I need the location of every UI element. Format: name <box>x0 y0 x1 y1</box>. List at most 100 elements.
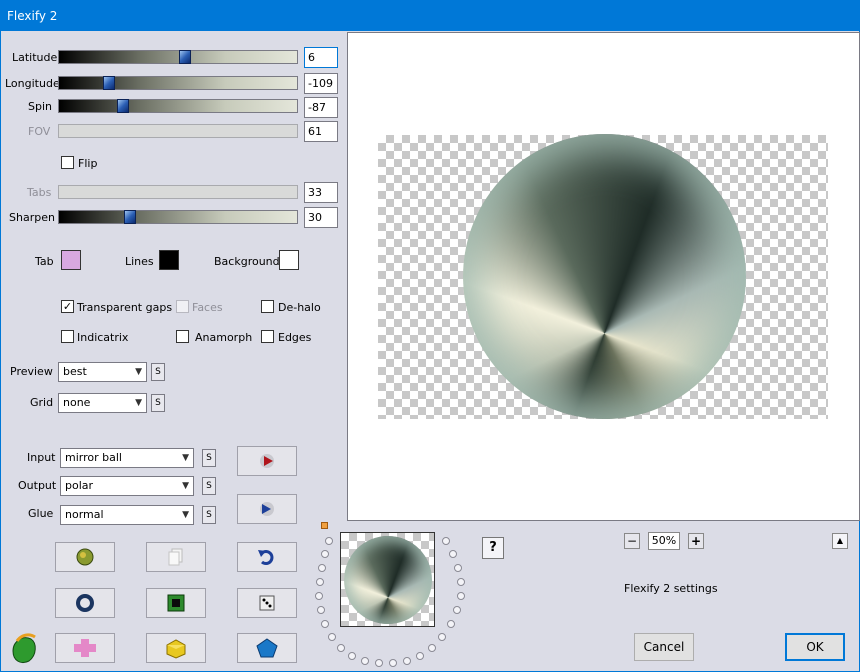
sharpen-input[interactable]: 30 <box>304 207 338 228</box>
glue-select[interactable]: normal ▼ <box>60 505 194 525</box>
frame-button[interactable] <box>146 588 206 618</box>
copy-icon <box>168 548 183 566</box>
ring-button[interactable] <box>55 588 115 618</box>
orbit-dot[interactable] <box>315 592 323 600</box>
spin-slider[interactable] <box>58 99 298 113</box>
cube-button[interactable] <box>146 633 206 663</box>
zoom-out-button[interactable]: − <box>624 533 640 549</box>
fov-slider[interactable] <box>58 124 298 138</box>
thumbnail-ball-image <box>344 536 432 624</box>
background-color-swatch[interactable] <box>279 250 299 270</box>
anamorph-checkbox[interactable] <box>176 330 189 343</box>
orbit-dot[interactable] <box>447 620 455 628</box>
orbit-dot[interactable] <box>325 537 333 545</box>
orbit-dot[interactable] <box>454 564 462 572</box>
collapse-button[interactable]: ▲ <box>832 533 848 549</box>
grid-s-button[interactable]: S <box>151 394 165 412</box>
flip-checkbox[interactable] <box>61 156 74 169</box>
orbit-dot[interactable] <box>449 550 457 558</box>
play-blue-icon <box>260 502 274 516</box>
orbit-dot[interactable] <box>389 659 397 667</box>
fov-input[interactable]: 61 <box>304 121 338 142</box>
cross-button[interactable] <box>55 633 115 663</box>
orbit-dot[interactable] <box>321 620 329 628</box>
edges-checkbox[interactable] <box>261 330 274 343</box>
tabs-input[interactable]: 33 <box>304 182 338 203</box>
mirror-ball-image <box>463 134 746 419</box>
input-select-value: mirror ball <box>65 451 122 464</box>
title-bar: Flexify 2 <box>1 1 859 31</box>
preview-select[interactable]: best ▼ <box>58 362 147 382</box>
longitude-slider-thumb[interactable] <box>102 76 115 90</box>
sharpen-slider[interactable] <box>58 210 298 224</box>
orbit-dot[interactable] <box>453 606 461 614</box>
orbit-dot[interactable] <box>416 652 424 660</box>
orbit-dot[interactable] <box>318 564 326 572</box>
output-select[interactable]: polar ▼ <box>60 476 194 496</box>
orbit-dot[interactable] <box>361 657 369 665</box>
glue-select-value: normal <box>65 508 104 521</box>
spin-input[interactable]: -87 <box>304 97 338 118</box>
orbit-dot[interactable] <box>337 644 345 652</box>
grid-select[interactable]: none ▼ <box>58 393 147 413</box>
copy-button[interactable] <box>146 542 206 572</box>
indicatrix-label: Indicatrix <box>77 331 129 344</box>
background-color-label: Background <box>214 255 280 268</box>
orbit-dot[interactable] <box>375 659 383 667</box>
tab-color-swatch[interactable] <box>61 250 81 270</box>
output-s-button[interactable]: S <box>202 477 216 495</box>
lines-color-swatch[interactable] <box>159 250 179 270</box>
window-title: Flexify 2 <box>7 9 58 23</box>
latitude-slider[interactable] <box>58 50 298 64</box>
thumbnail-frame[interactable] <box>340 532 435 627</box>
cancel-button[interactable]: Cancel <box>634 633 694 661</box>
preview-canvas[interactable] <box>347 32 860 521</box>
grid-label: Grid <box>30 396 54 409</box>
pentagon-button[interactable] <box>237 633 297 663</box>
longitude-input[interactable]: -109 <box>304 73 338 94</box>
input-s-button[interactable]: S <box>202 449 216 467</box>
sharpen-slider-thumb[interactable] <box>124 210 137 224</box>
orbit-dot[interactable] <box>442 537 450 545</box>
help-button[interactable]: ? <box>482 537 504 559</box>
orbit-dot[interactable] <box>457 578 465 586</box>
chevron-down-icon: ▼ <box>135 367 142 377</box>
glue-s-button[interactable]: S <box>202 506 216 524</box>
dice-button[interactable] <box>237 588 297 618</box>
transparent-gaps-checkbox[interactable]: ✓ <box>61 300 74 313</box>
orbit-dot[interactable] <box>457 592 465 600</box>
globe-button[interactable] <box>55 542 115 572</box>
input-select[interactable]: mirror ball ▼ <box>60 448 194 468</box>
indicatrix-checkbox[interactable] <box>61 330 74 343</box>
output-label: Output <box>18 479 57 492</box>
ok-button[interactable]: OK <box>785 633 845 661</box>
latitude-input[interactable]: 6 <box>304 47 338 68</box>
zoom-in-button[interactable]: + <box>688 533 704 549</box>
play-blue-button[interactable] <box>237 494 297 524</box>
orbit-marker[interactable] <box>321 522 328 529</box>
sharpen-label: Sharpen <box>9 211 55 224</box>
orbit-dot[interactable] <box>348 652 356 660</box>
orbit-dot[interactable] <box>428 644 436 652</box>
faces-label: Faces <box>192 301 223 314</box>
flexify-logo-icon <box>12 633 36 664</box>
orbit-dot[interactable] <box>403 657 411 665</box>
orbit-dot[interactable] <box>316 578 324 586</box>
settings-text: Flexify 2 settings <box>624 582 718 595</box>
tabs-slider[interactable] <box>58 185 298 199</box>
tab-color-label: Tab <box>35 255 54 268</box>
spin-slider-thumb[interactable] <box>117 99 130 113</box>
longitude-slider[interactable] <box>58 76 298 90</box>
orbit-dot[interactable] <box>321 550 329 558</box>
orbit-dot[interactable] <box>328 633 336 641</box>
faces-checkbox[interactable] <box>176 300 189 313</box>
orbit-dot[interactable] <box>438 633 446 641</box>
play-forward-button[interactable] <box>237 446 297 476</box>
preview-s-button[interactable]: S <box>151 363 165 381</box>
latitude-slider-thumb[interactable] <box>179 50 192 64</box>
globe-icon <box>76 548 94 566</box>
orbit-dot[interactable] <box>317 606 325 614</box>
fov-label: FOV <box>28 125 51 138</box>
undo-button[interactable] <box>237 542 297 572</box>
de-halo-checkbox[interactable] <box>261 300 274 313</box>
